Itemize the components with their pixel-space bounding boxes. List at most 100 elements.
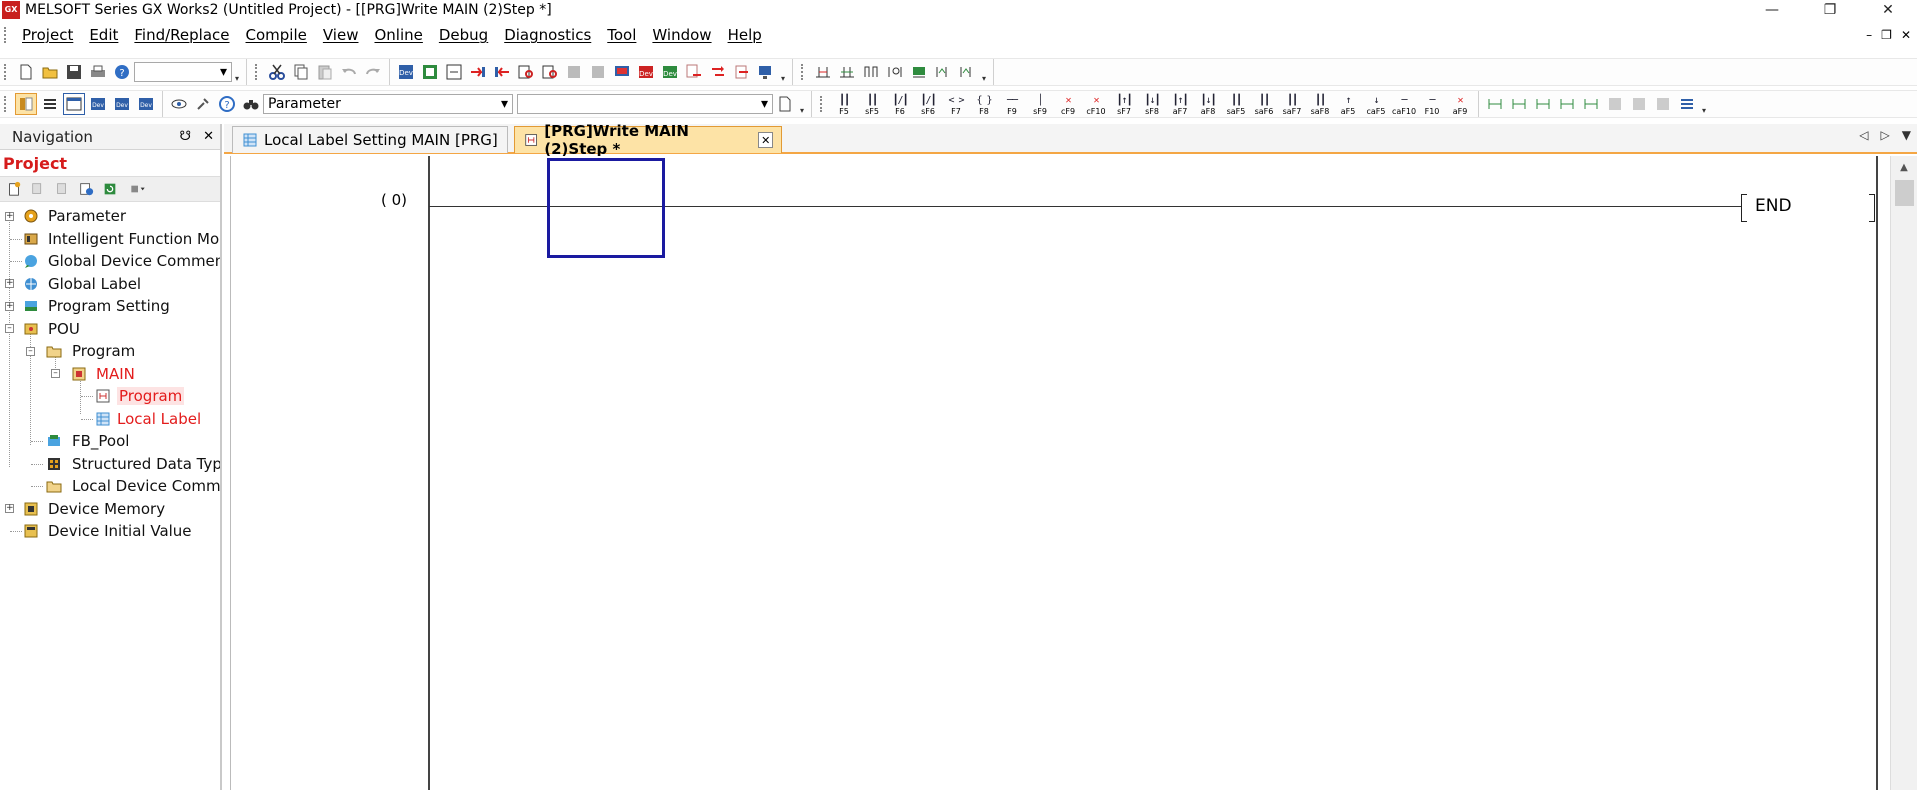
ladder-tool-1-icon[interactable]: [812, 61, 834, 83]
ladder-key-sf5-button[interactable]: ┃┃ sF5: [859, 92, 885, 116]
copy-icon[interactable]: [290, 61, 312, 83]
filter-icon[interactable]: [123, 178, 153, 200]
menu-tool[interactable]: Tool: [599, 26, 644, 44]
save-icon[interactable]: [63, 61, 85, 83]
find-device-icon[interactable]: [419, 61, 441, 83]
menu-compile[interactable]: Compile: [238, 26, 315, 44]
ladder-key-f5-button[interactable]: ┃┃ F5: [831, 92, 857, 116]
collapse-icon[interactable]: –: [26, 346, 35, 356]
menu-online[interactable]: Online: [366, 26, 430, 44]
compare-icon[interactable]: [539, 61, 561, 83]
ladder-tool-5-icon[interactable]: [908, 61, 930, 83]
close-pane-icon[interactable]: ✕: [203, 129, 214, 144]
toolbar-overflow-4-icon[interactable]: ▾: [797, 93, 807, 115]
monitor-dev-icon[interactable]: Dev: [635, 61, 657, 83]
read-plc-icon[interactable]: [491, 61, 513, 83]
write-plc-icon[interactable]: [467, 61, 489, 83]
toolbar-grip[interactable]: [801, 64, 805, 80]
mdi-close-icon[interactable]: ✕: [1901, 28, 1911, 42]
expand-icon[interactable]: +: [5, 279, 14, 289]
binoculars-icon[interactable]: [240, 93, 262, 115]
ladder-key-af8-button[interactable]: ┃↓┃ aF8: [1195, 92, 1221, 116]
tab-prg-write-main[interactable]: [PRG]Write MAIN (2)Step * ✕: [514, 122, 782, 158]
ladder-cursor[interactable]: [547, 158, 665, 258]
tree-item-global-label[interactable]: + Global Label: [0, 273, 220, 296]
pin-icon[interactable]: ☋: [180, 129, 192, 144]
tools-icon[interactable]: [192, 93, 214, 115]
paste-icon[interactable]: [314, 61, 336, 83]
scroll-up-icon[interactable]: ▲: [1891, 156, 1917, 178]
menu-grip[interactable]: [4, 27, 8, 43]
collapse-icon[interactable]: –: [51, 369, 60, 379]
minimize-icon[interactable]: —: [1743, 0, 1801, 20]
tree-item-local-device-comment[interactable]: Local Device Comment: [0, 475, 220, 498]
collapse-icon[interactable]: –: [5, 324, 14, 334]
transfer-icon[interactable]: [683, 61, 705, 83]
monitor-dev-2-icon[interactable]: Dev: [659, 61, 681, 83]
ladder-key-cf9-button[interactable]: ✕ cF9: [1055, 92, 1081, 116]
menu-debug[interactable]: Debug: [431, 26, 496, 44]
ladder-key-caf10-button[interactable]: ─ caF10: [1391, 92, 1417, 116]
print-icon[interactable]: [87, 61, 109, 83]
ladder-extra-2-icon[interactable]: [1508, 93, 1530, 115]
menu-diagnostics[interactable]: Diagnostics: [496, 26, 599, 44]
toolbar-grip[interactable]: [4, 96, 8, 112]
tree-item-pou[interactable]: – POU: [0, 318, 220, 341]
tab-scroll-left-icon[interactable]: ◁: [1859, 128, 1868, 142]
ladder-key-f8-button[interactable]: { } F8: [971, 92, 997, 116]
tree-item-main-program[interactable]: Program: [0, 385, 220, 408]
undo-icon[interactable]: [338, 61, 360, 83]
tab-local-label-setting[interactable]: Local Label Setting MAIN [PRG]: [232, 126, 508, 153]
menu-help[interactable]: Help: [720, 26, 770, 44]
tree-item-program-setting[interactable]: + Program Setting: [0, 295, 220, 318]
find-instruction-icon[interactable]: [443, 61, 465, 83]
tab-list-icon[interactable]: ▼: [1902, 128, 1911, 142]
disabled-extra-1-icon[interactable]: [1604, 93, 1626, 115]
new-data-icon[interactable]: [3, 178, 25, 200]
connection-icon[interactable]: [755, 61, 777, 83]
secondary-select[interactable]: ▾: [517, 94, 773, 114]
ladder-tool-6-icon[interactable]: [932, 61, 954, 83]
tree-item-device-initial-value[interactable]: Device Initial Value: [0, 520, 220, 543]
ladder-key-af7-button[interactable]: ┃↑┃ aF7: [1167, 92, 1193, 116]
menu-view[interactable]: View: [315, 26, 367, 44]
ladder-key-sf7-button[interactable]: ┃↑┃ sF7: [1111, 92, 1137, 116]
window-view-icon[interactable]: [63, 93, 85, 115]
ladder-tool-2-icon[interactable]: [836, 61, 858, 83]
ladder-key-cf10-button[interactable]: ✕ cF10: [1083, 92, 1109, 116]
navigation-toggle-icon[interactable]: [15, 93, 37, 115]
ladder-key-f10-button[interactable]: ─ F10: [1419, 92, 1445, 116]
toolbar-overflow-3-icon[interactable]: ▾: [979, 61, 989, 83]
toolbar-overflow-5-icon[interactable]: ▾: [1699, 93, 1709, 115]
ladder-key-sf6-button[interactable]: ┃/┃ sF6: [915, 92, 941, 116]
monitor-icon[interactable]: [611, 61, 633, 83]
mdi-restore-icon[interactable]: ❐: [1881, 28, 1892, 42]
toolbar-dropdown[interactable]: ▾: [134, 62, 232, 82]
scroll-thumb[interactable]: [1894, 180, 1914, 206]
device-view-3-icon[interactable]: Dev: [135, 93, 157, 115]
app-icon[interactable]: GX: [2, 1, 20, 19]
ladder-key-sf9-button[interactable]: │ sF9: [1027, 92, 1053, 116]
verify-icon[interactable]: [515, 61, 537, 83]
toolbar-grip[interactable]: [4, 64, 8, 80]
expand-icon[interactable]: +: [5, 504, 14, 514]
ladder-key-saf5-button[interactable]: ┃┃ saF5: [1223, 92, 1249, 116]
ladder-tool-3-icon[interactable]: [860, 61, 882, 83]
disabled-tool-2-icon[interactable]: [587, 61, 609, 83]
ladder-key-af9-button[interactable]: ✕ aF9: [1447, 92, 1473, 116]
ladder-key-f7-button[interactable]: < > F7: [943, 92, 969, 116]
transfer-2-icon[interactable]: [707, 61, 729, 83]
tree-item-intelligent-function-module[interactable]: Intelligent Function Module: [0, 228, 220, 251]
transfer-3-icon[interactable]: [731, 61, 753, 83]
ladder-editor[interactable]: ( 0) END: [230, 156, 1887, 790]
properties-icon[interactable]: [75, 178, 97, 200]
cut-icon[interactable]: [266, 61, 288, 83]
ladder-tool-4-icon[interactable]: [884, 61, 906, 83]
list-view-icon[interactable]: [39, 93, 61, 115]
ladder-extra-4-icon[interactable]: [1556, 93, 1578, 115]
expand-icon[interactable]: +: [5, 301, 14, 311]
restore-icon[interactable]: ❐: [1801, 0, 1859, 20]
help-icon[interactable]: ?: [111, 61, 133, 83]
ladder-key-sf8-button[interactable]: ┃↓┃ sF8: [1139, 92, 1165, 116]
document-icon[interactable]: [774, 93, 796, 115]
